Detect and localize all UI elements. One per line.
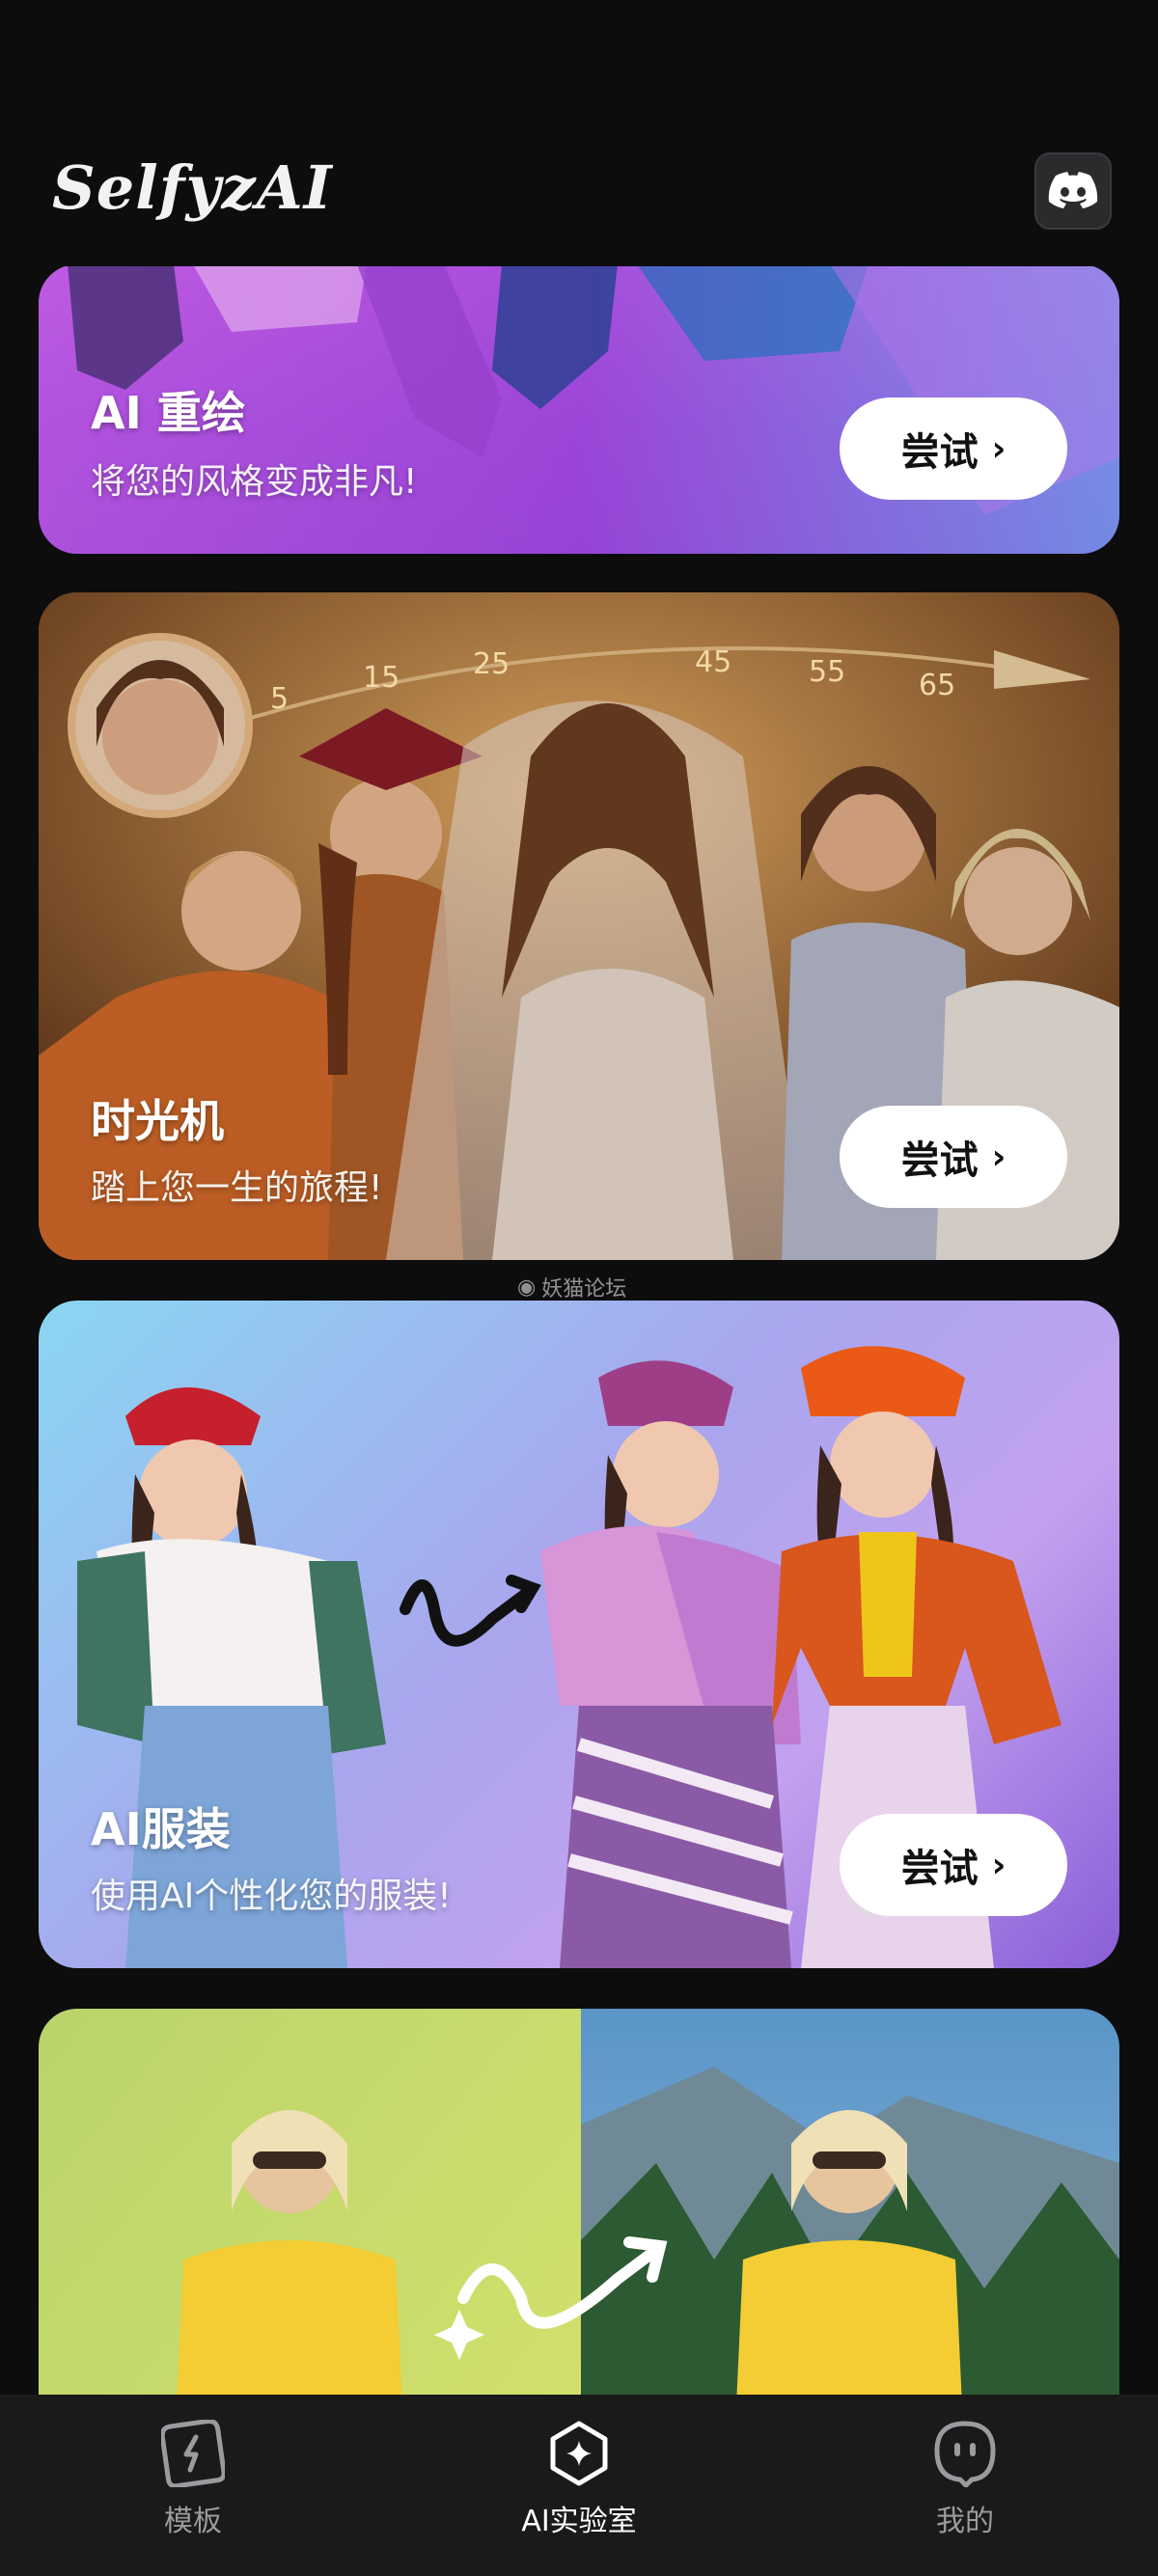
chevron-right-icon: › <box>991 1137 1006 1177</box>
nav-label: AI实验室 <box>521 2505 637 2538</box>
profile-icon <box>934 2421 996 2487</box>
card-background-swap[interactable] <box>39 2009 1119 2395</box>
nav-item-templates[interactable]: 模板 <box>68 2420 318 2539</box>
background-swap-art <box>39 2009 1119 2395</box>
card-title: AI服装 <box>91 1803 231 1855</box>
app-header: SelfyzAI <box>0 0 1158 266</box>
dial-tick: 25 <box>473 647 510 681</box>
card-time-machine[interactable]: 5 15 25 45 55 65 时光机 踏上您一生的旅程! 尝试 › <box>39 592 1119 1260</box>
dial-tick: 55 <box>809 655 845 689</box>
chevron-right-icon: › <box>991 428 1006 469</box>
try-button[interactable]: 尝试 › <box>840 397 1067 500</box>
card-subtitle: 将您的风格变成非凡! <box>91 462 418 502</box>
try-button-label: 尝试 <box>900 1847 979 1891</box>
nav-label: 模板 <box>164 2505 222 2538</box>
dial-tick: 5 <box>270 682 289 716</box>
ai-lab-icon <box>550 2421 608 2486</box>
watermark-icon: ◉ <box>517 1274 537 1300</box>
try-button[interactable]: 尝试 › <box>840 1814 1067 1916</box>
card-ai-outfit[interactable]: AI服装 使用AI个性化您的服装! 尝试 › <box>39 1301 1119 1968</box>
card-subtitle: 踏上您一生的旅程! <box>91 1168 383 1208</box>
card-title: AI 重绘 <box>91 387 246 439</box>
card-ai-redraw[interactable]: AI 重绘 将您的风格变成非凡! 尝试 › <box>39 266 1119 554</box>
dial-tick: 65 <box>919 669 955 702</box>
discord-icon <box>1048 172 1098 208</box>
bottom-nav: 模板 AI实验室 我的 <box>0 2395 1158 2576</box>
dial-tick: 15 <box>363 661 400 695</box>
try-button-label: 尝试 <box>900 1138 979 1183</box>
card-subtitle: 使用AI个性化您的服装! <box>91 1877 452 1916</box>
dial-tick: 45 <box>695 645 731 679</box>
nav-item-profile[interactable]: 我的 <box>840 2420 1090 2539</box>
nav-item-ai-lab[interactable]: AI实验室 <box>454 2420 704 2539</box>
card-title: 时光机 <box>91 1095 224 1147</box>
feature-feed[interactable]: AI 重绘 将您的风格变成非凡! 尝试 › 5 15 25 45 55 65 时… <box>0 266 1158 2395</box>
chevron-right-icon: › <box>991 1845 1006 1885</box>
nav-label: 我的 <box>936 2505 994 2538</box>
watermark-text: 妖猫论坛 <box>541 1277 627 1302</box>
try-button[interactable]: 尝试 › <box>840 1106 1067 1208</box>
app-logo: SelfyzAI <box>52 152 333 223</box>
try-button-label: 尝试 <box>900 430 979 475</box>
forum-watermark: ◉ 妖猫论坛 <box>517 1272 626 1302</box>
app-screen: SelfyzAI AI 重绘 将您的风格变成非凡! 尝试 › 5 15 25 4… <box>0 0 1158 2576</box>
discord-button[interactable] <box>1034 152 1112 230</box>
template-icon <box>161 2420 225 2487</box>
